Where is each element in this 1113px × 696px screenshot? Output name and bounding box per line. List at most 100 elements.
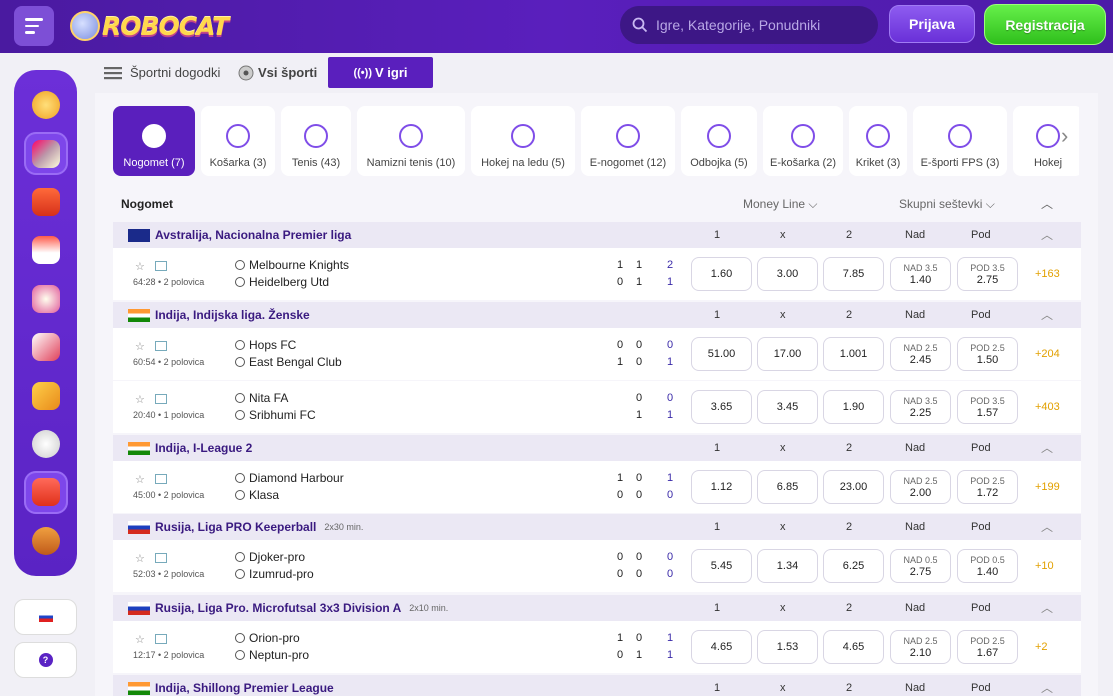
odds-button-ox[interactable]: 6.85 xyxy=(757,470,818,504)
odds-button-ox[interactable]: 3.45 xyxy=(757,390,818,424)
favorite-star-icon[interactable]: ☆ xyxy=(135,393,145,406)
match-row[interactable]: ☆ 52:03 • 2 polovica Djoker-pro Izumrud-pro… xyxy=(113,540,1081,592)
odds-button-ox[interactable]: 1.53 xyxy=(757,630,818,664)
chevron-up-icon[interactable]: ︿ xyxy=(1041,679,1053,696)
search-box[interactable] xyxy=(620,6,878,44)
category-card[interactable]: Kriket (3) xyxy=(849,106,907,176)
odds-button-o2[interactable]: 6.25 xyxy=(823,549,884,583)
odds-button-o1[interactable]: 4.65 xyxy=(691,630,752,664)
chevron-up-icon[interactable]: ︿ xyxy=(1041,306,1053,323)
odds-button-o2[interactable]: 1.001 xyxy=(823,337,884,371)
match-row[interactable]: ☆ 12:17 • 2 polovica Orion-pro Neptun-pro 1 0… xyxy=(113,621,1081,673)
odds-button-nad[interactable]: NAD 0.5 2.75 xyxy=(890,549,951,583)
category-card[interactable]: Nogomet (7) xyxy=(113,106,195,176)
statistics-icon[interactable] xyxy=(155,634,167,644)
more-markets-link[interactable]: +204 xyxy=(1035,348,1060,360)
chevron-right-icon[interactable]: › xyxy=(1061,123,1068,149)
category-card[interactable]: Tenis (43) xyxy=(281,106,351,176)
rail-item-rewards[interactable] xyxy=(24,84,68,126)
odds-button-pod[interactable]: POD 3.5 2.75 xyxy=(957,257,1018,291)
odds-button-o2[interactable]: 4.65 xyxy=(823,630,884,664)
category-card[interactable]: Košarka (3) xyxy=(201,106,275,176)
odds-button-nad[interactable]: NAD 2.5 2.00 xyxy=(890,470,951,504)
favorite-star-icon[interactable]: ☆ xyxy=(135,633,145,646)
odds-button-pod[interactable]: POD 2.5 1.50 xyxy=(957,337,1018,371)
odds-button-pod[interactable]: POD 2.5 1.72 xyxy=(957,470,1018,504)
odds-button-o1[interactable]: 1.60 xyxy=(691,257,752,291)
money-line-dropdown[interactable]: Money Line ⌵ xyxy=(743,197,818,212)
odds-button-pod[interactable]: POD 3.5 1.57 xyxy=(957,390,1018,424)
odds-button-pod[interactable]: POD 0.5 1.40 xyxy=(957,549,1018,583)
search-input[interactable] xyxy=(656,17,856,33)
category-card[interactable]: Hokej xyxy=(1013,106,1079,176)
match-row[interactable]: ☆ 45:00 • 2 polovica Diamond Harbour Klasa 1… xyxy=(113,461,1081,513)
rail-item-promotions[interactable] xyxy=(24,181,68,223)
odds-button-nad[interactable]: NAD 2.5 2.10 xyxy=(890,630,951,664)
rail-item-virtual[interactable] xyxy=(24,520,68,562)
tab-all-sports[interactable]: Vsi športi xyxy=(238,57,317,88)
rail-item-live-casino[interactable] xyxy=(24,278,68,320)
rail-item-slots[interactable] xyxy=(23,132,68,175)
odds-button-ox[interactable]: 3.00 xyxy=(757,257,818,291)
match-row[interactable]: ☆ 64:28 • 2 polovica Melbourne Knights Heid… xyxy=(113,248,1081,300)
match-row[interactable]: ☆ 20:40 • 1 polovica Nita FA Sribhumi FC 0 1 0… xyxy=(113,381,1081,433)
odds-button-o2[interactable]: 1.90 xyxy=(823,390,884,424)
rail-item-home[interactable] xyxy=(24,229,68,271)
register-button[interactable]: Registracija xyxy=(984,4,1106,45)
category-card[interactable]: Hokej na ledu (5) xyxy=(471,106,575,176)
language-selector[interactable] xyxy=(14,599,77,635)
category-card[interactable]: Namizni tenis (10) xyxy=(357,106,465,176)
odds-button-ox[interactable]: 17.00 xyxy=(757,337,818,371)
tab-live[interactable]: ((•)) V igri xyxy=(328,57,433,88)
more-markets-link[interactable]: +163 xyxy=(1035,268,1060,280)
favorite-star-icon[interactable]: ☆ xyxy=(135,552,145,565)
odds-button-o2[interactable]: 7.85 xyxy=(823,257,884,291)
statistics-icon[interactable] xyxy=(155,261,167,271)
statistics-icon[interactable] xyxy=(155,341,167,351)
more-markets-link[interactable]: +10 xyxy=(1035,560,1054,572)
totals-dropdown[interactable]: Skupni seštevki ⌵ xyxy=(899,197,995,212)
category-card[interactable]: E-nogomet (12) xyxy=(581,106,675,176)
odds-button-o1[interactable]: 3.65 xyxy=(691,390,752,424)
odds-button-o1[interactable]: 1.12 xyxy=(691,470,752,504)
rail-item-sports[interactable] xyxy=(24,423,68,465)
odds-button-pod[interactable]: POD 2.5 1.67 xyxy=(957,630,1018,664)
odds-button-ox[interactable]: 1.34 xyxy=(757,549,818,583)
favorite-star-icon[interactable]: ☆ xyxy=(135,340,145,353)
statistics-icon[interactable] xyxy=(155,474,167,484)
statistics-icon[interactable] xyxy=(155,553,167,563)
chevron-up-icon[interactable]: ︿ xyxy=(1041,439,1053,456)
league-header[interactable]: Avstralija, Nacionalna Premier liga 1 x 2 Na… xyxy=(113,222,1081,248)
rail-item-table-games[interactable] xyxy=(24,326,68,368)
odds-button-o2[interactable]: 23.00 xyxy=(823,470,884,504)
league-header[interactable]: Indija, I-League 2 1 x 2 Nad Pod ︿ xyxy=(113,435,1081,461)
chevron-up-icon[interactable]: ︿ xyxy=(1041,518,1053,535)
rail-item-live-sports[interactable] xyxy=(23,471,68,514)
login-button[interactable]: Prijava xyxy=(889,5,975,43)
more-markets-link[interactable]: +403 xyxy=(1035,401,1060,413)
more-markets-link[interactable]: +2 xyxy=(1035,641,1048,653)
odds-button-o1[interactable]: 51.00 xyxy=(691,337,752,371)
odds-button-nad[interactable]: NAD 3.5 2.25 xyxy=(890,390,951,424)
league-header[interactable]: Indija, Indijska liga. Ženske 1 x 2 Nad Pod ︿ xyxy=(113,302,1081,328)
menu-button[interactable] xyxy=(14,6,54,46)
odds-button-nad[interactable]: NAD 3.5 1.40 xyxy=(890,257,951,291)
league-header[interactable]: Rusija, Liga Pro. Microfutsal 3x3 Divisi… xyxy=(113,595,1081,621)
category-card[interactable]: E-športi FPS (3) xyxy=(913,106,1007,176)
tab-sport-events[interactable]: Športni dogodki xyxy=(104,57,220,88)
favorite-star-icon[interactable]: ☆ xyxy=(135,473,145,486)
statistics-icon[interactable] xyxy=(155,394,167,404)
logo[interactable]: ROBOCAT xyxy=(70,8,229,44)
category-card[interactable]: Odbojka (5) xyxy=(681,106,757,176)
category-card[interactable]: E-košarka (2) xyxy=(763,106,843,176)
chevron-up-icon[interactable]: ︿ xyxy=(1041,226,1053,243)
odds-button-o1[interactable]: 5.45 xyxy=(691,549,752,583)
chevron-up-icon[interactable]: ︿ xyxy=(1041,599,1053,616)
favorite-star-icon[interactable]: ☆ xyxy=(135,260,145,273)
league-header[interactable]: Rusija, Liga PRO Keeperball 2x30 min. 1 x 2 N… xyxy=(113,514,1081,540)
odds-button-nad[interactable]: NAD 2.5 2.45 xyxy=(890,337,951,371)
rail-item-lottery[interactable] xyxy=(24,374,68,416)
collapse-all-icon[interactable]: ︿ xyxy=(1041,195,1053,212)
help-button[interactable]: ? xyxy=(14,642,77,678)
more-markets-link[interactable]: +199 xyxy=(1035,481,1060,493)
